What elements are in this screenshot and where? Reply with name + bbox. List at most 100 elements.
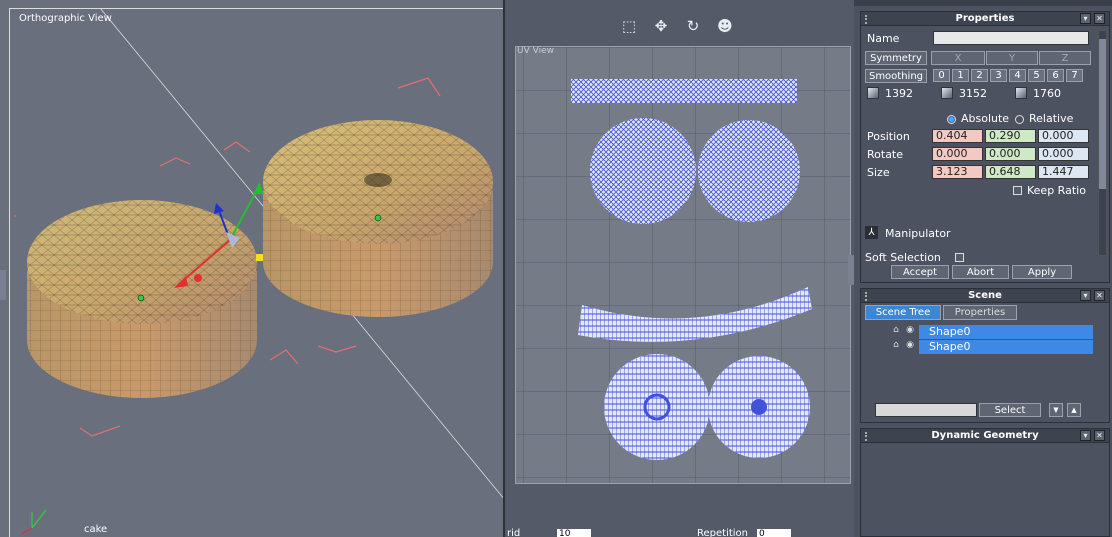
dynamic-geometry-header: Dynamic Geometry ▾ ✕: [861, 429, 1109, 443]
size-y-input[interactable]: 0.648: [985, 165, 1036, 179]
properties-body: Name Symmetry X Y Z Smoothing 0 1 2 3 4 …: [861, 26, 1109, 264]
soft-selection-checkbox[interactable]: [955, 253, 964, 262]
manipulator-label: Manipulator: [885, 227, 951, 240]
face-count-icon: [1015, 87, 1027, 99]
right-collapse-tab[interactable]: [848, 255, 854, 285]
accept-button[interactable]: Accept: [891, 265, 949, 279]
eye-icon[interactable]: ◉: [905, 340, 915, 350]
head-view-icon[interactable]: ☻: [713, 14, 737, 38]
rotate-y-input[interactable]: 0.000: [985, 147, 1036, 161]
position-y-input[interactable]: 0.290: [985, 129, 1036, 143]
scene-header: Scene ▾ ✕: [861, 289, 1109, 303]
abort-button[interactable]: Abort: [952, 265, 1009, 279]
tree-item-shape0[interactable]: Shape0: [919, 340, 1093, 354]
viewport-scene[interactable]: [0, 0, 505, 537]
symmetry-x-button[interactable]: X: [931, 51, 985, 65]
absolute-label: Absolute: [961, 112, 1010, 125]
tree-item-shape0[interactable]: Shape0: [919, 325, 1093, 339]
absolute-radio[interactable]: [947, 115, 956, 124]
move-up-button[interactable]: ▲: [1067, 403, 1081, 417]
cake-right[interactable]: [263, 120, 493, 317]
properties-scrollbar[interactable]: [1098, 30, 1107, 256]
scene-search-input[interactable]: [875, 403, 977, 417]
lock-icon[interactable]: ⌂: [891, 325, 901, 335]
minimize-icon[interactable]: ▾: [1080, 290, 1091, 301]
position-x-input[interactable]: 0.404: [932, 129, 983, 143]
scene-panel: Scene ▾ ✕ Scene Tree Properties ⌂ ◉ Shap…: [860, 288, 1110, 423]
name-input[interactable]: [933, 31, 1089, 45]
manipulator-icon[interactable]: ⅄: [865, 226, 878, 239]
keep-ratio-label: Keep Ratio: [1027, 184, 1086, 197]
face-count: 1760: [1033, 87, 1061, 100]
symmetry-y-button[interactable]: Y: [986, 51, 1038, 65]
symmetry-button[interactable]: Symmetry: [865, 51, 927, 65]
rotate-tool-icon[interactable]: ↻: [681, 14, 705, 38]
viewport-title: Orthographic View: [19, 13, 112, 24]
properties-title: Properties: [955, 13, 1015, 24]
rotate-label: Rotate: [867, 148, 904, 161]
smoothing-level-1[interactable]: 1: [952, 69, 969, 82]
uv-bottom-bar: rid 10 Repetition 0: [505, 528, 854, 537]
move-tool-icon[interactable]: ✥: [649, 14, 673, 38]
apply-button[interactable]: Apply: [1012, 265, 1072, 279]
app-window: Orthographic View cake ⬚ ✥ ↻ ☻ UV View r…: [0, 0, 1112, 537]
close-icon[interactable]: ✕: [1094, 290, 1105, 301]
rotate-z-input[interactable]: 0.000: [1038, 147, 1089, 161]
vertex-count-icon: [867, 87, 879, 99]
name-label: Name: [867, 32, 900, 45]
grip-icon[interactable]: [865, 292, 871, 301]
smoothing-level-0[interactable]: 0: [933, 69, 950, 82]
minimize-icon[interactable]: ▾: [1080, 430, 1091, 441]
relative-radio[interactable]: [1015, 115, 1024, 124]
smoothing-level-3[interactable]: 3: [990, 69, 1007, 82]
size-z-input[interactable]: 1.447: [1038, 165, 1089, 179]
smoothing-level-6[interactable]: 6: [1047, 69, 1064, 82]
rotate-x-input[interactable]: 0.000: [932, 147, 983, 161]
select-vertex-tool-icon[interactable]: ⬚: [617, 14, 641, 38]
close-icon[interactable]: ✕: [1094, 430, 1105, 441]
edge-count-icon: [941, 87, 953, 99]
symmetry-z-button[interactable]: Z: [1039, 51, 1091, 65]
tab-scene-tree[interactable]: Scene Tree: [865, 305, 941, 320]
uv-view-label: UV View: [517, 46, 554, 56]
tab-properties[interactable]: Properties: [943, 305, 1017, 320]
uv-layout[interactable]: [516, 47, 851, 484]
smoothing-level-4[interactable]: 4: [1009, 69, 1026, 82]
keep-ratio-checkbox[interactable]: [1013, 186, 1022, 195]
lock-icon[interactable]: ⌂: [891, 340, 901, 350]
orthographic-viewport[interactable]: Orthographic View cake: [0, 0, 505, 537]
grip-icon[interactable]: [865, 15, 871, 24]
properties-header: Properties ▾ ✕: [861, 12, 1109, 26]
dynamic-geometry-title: Dynamic Geometry: [931, 430, 1039, 441]
grip-icon[interactable]: [865, 432, 871, 441]
uv-view-canvas[interactable]: [515, 46, 851, 484]
vertex-count: 1392: [885, 87, 913, 100]
scene-tabs: Scene Tree Properties: [861, 303, 1109, 321]
uv-toolbar: ⬚ ✥ ↻ ☻: [505, 6, 854, 40]
smoothing-button[interactable]: Smoothing: [865, 69, 927, 83]
select-button[interactable]: Select: [979, 403, 1041, 417]
left-collapse-tab[interactable]: [0, 270, 6, 300]
grid-input[interactable]: 10: [557, 529, 591, 537]
repetition-label: Repetition: [697, 528, 749, 537]
minimize-icon[interactable]: ▾: [1080, 13, 1091, 24]
smoothing-level-7[interactable]: 7: [1066, 69, 1083, 82]
relative-label: Relative: [1029, 112, 1074, 125]
close-icon[interactable]: ✕: [1094, 13, 1105, 24]
smoothing-level-5[interactable]: 5: [1028, 69, 1045, 82]
move-down-button[interactable]: ▼: [1049, 403, 1063, 417]
cake-left[interactable]: [27, 200, 257, 398]
size-label: Size: [867, 166, 890, 179]
position-z-input[interactable]: 0.000: [1038, 129, 1089, 143]
uv-editor-panel: ⬚ ✥ ↻ ☻ UV View rid 10 Repetition 0: [505, 0, 854, 537]
scrollbar-thumb[interactable]: [1099, 39, 1106, 189]
axis-indicator-icon: [21, 509, 47, 535]
size-x-input[interactable]: 3.123: [932, 165, 983, 179]
eye-icon[interactable]: ◉: [905, 325, 915, 335]
grid-label: rid: [507, 528, 521, 537]
position-label: Position: [867, 130, 910, 143]
dynamic-geometry-panel: Dynamic Geometry ▾ ✕: [860, 428, 1110, 537]
repetition-input[interactable]: 0: [757, 529, 791, 537]
smoothing-level-2[interactable]: 2: [971, 69, 988, 82]
properties-panel: Properties ▾ ✕ Name Symmetry X Y Z Smoot…: [860, 11, 1110, 283]
